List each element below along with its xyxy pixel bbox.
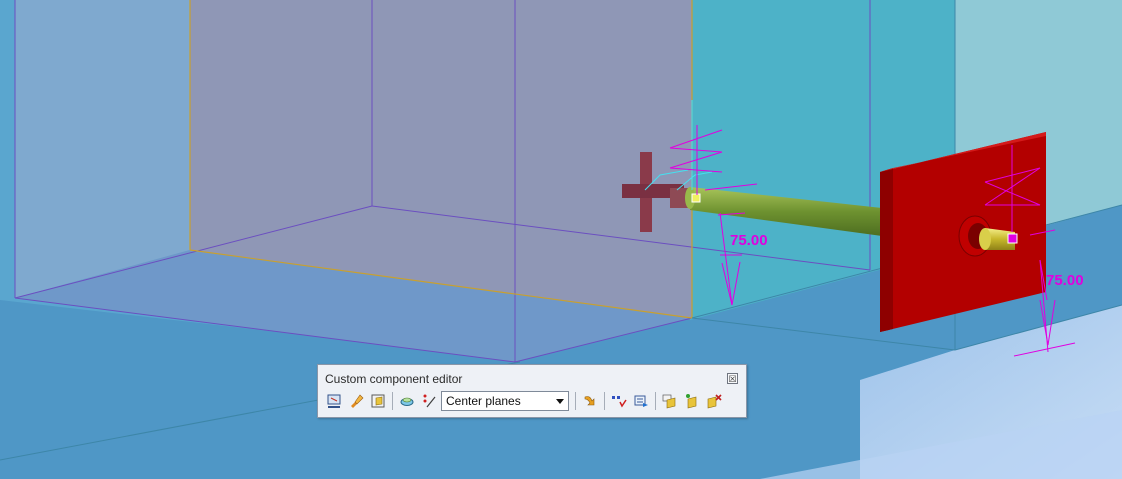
- refresh-component-icon: [686, 394, 697, 409]
- toolbar-separator: [655, 392, 656, 410]
- dimension-label-right: 75.00: [1046, 272, 1084, 289]
- show-planes-button[interactable]: [397, 391, 417, 411]
- variables-button[interactable]: [631, 391, 651, 411]
- save-as-icon: [662, 394, 676, 409]
- edit-component-button[interactable]: [346, 391, 366, 411]
- close-editor-button[interactable]: [704, 391, 724, 411]
- define-input-objects-button[interactable]: [324, 391, 344, 411]
- edit-component-icon: [351, 394, 364, 408]
- refresh-component-button[interactable]: [682, 391, 702, 411]
- add-distance-button[interactable]: [419, 391, 439, 411]
- handle-point-left[interactable]: [691, 193, 701, 203]
- planes-dropdown[interactable]: Center planes: [441, 391, 569, 411]
- add-points-button[interactable]: [609, 391, 629, 411]
- save-component-button[interactable]: [368, 391, 388, 411]
- save-component-icon: [371, 394, 385, 408]
- close-toolbar-button[interactable]: ☒: [727, 373, 738, 384]
- toolbar-buttons-row: Center planes: [324, 390, 726, 412]
- chevron-down-icon: [556, 399, 564, 404]
- toolbar-title: Custom component editor: [325, 372, 463, 386]
- add-distance-icon: [423, 394, 436, 408]
- variables-icon: [634, 395, 648, 407]
- apply-planes-icon: [584, 396, 595, 406]
- show-planes-icon: [400, 397, 414, 406]
- close-editor-icon: [707, 394, 722, 409]
- apply-planes-button[interactable]: [580, 391, 600, 411]
- define-input-objects-icon: [327, 394, 341, 408]
- add-points-icon: [612, 396, 627, 408]
- dimension-label-left: 75.00: [730, 232, 768, 249]
- save-as-button[interactable]: [660, 391, 680, 411]
- concrete-block-side: [15, 0, 190, 298]
- toolbar-separator: [392, 392, 393, 410]
- toolbar-separator: [575, 392, 576, 410]
- planes-dropdown-value: Center planes: [446, 394, 521, 408]
- custom-component-editor-toolbar[interactable]: Custom component editor ☒ Center planes: [317, 364, 747, 418]
- handle-point-right[interactable]: [1007, 233, 1018, 244]
- toolbar-separator: [604, 392, 605, 410]
